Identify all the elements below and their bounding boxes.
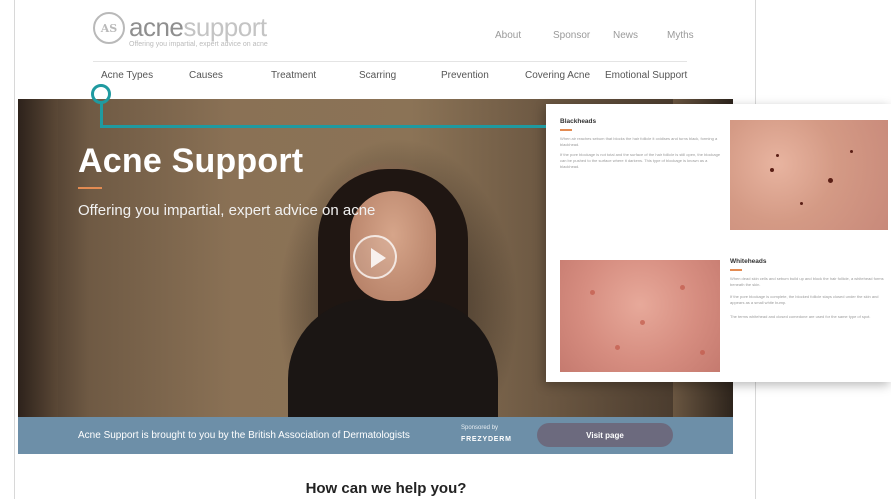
hero-accent-line <box>78 187 102 189</box>
nav-item-treatment[interactable]: Treatment <box>271 70 316 81</box>
top-link-sponsor[interactable]: Sponsor <box>553 30 590 41</box>
whiteheads-paragraph-1: When dead skin cells and sebum build up … <box>730 276 884 287</box>
whiteheads-paragraph-2: If the pore blockage is complete, the bl… <box>730 294 879 305</box>
hero-bg-left <box>18 99 58 417</box>
nav-item-prevention[interactable]: Prevention <box>441 70 489 81</box>
top-link-news[interactable]: News <box>613 30 638 41</box>
whiteheads-accent-line <box>730 269 742 271</box>
play-icon <box>371 248 386 268</box>
logo-text-acne: acne <box>129 12 184 42</box>
header-divider <box>93 61 687 62</box>
nav-item-emotional-support[interactable]: Emotional Support <box>605 70 687 81</box>
blackheads-accent-line <box>560 129 572 131</box>
nav-item-covering-acne[interactable]: Covering Acne <box>525 70 590 81</box>
main-nav: Acne Types Causes Treatment Scarring Pre… <box>101 70 701 86</box>
whiteheads-photo <box>560 260 720 372</box>
play-button[interactable] <box>353 235 397 279</box>
hero-subtitle: Offering you impartial, expert advice on… <box>78 202 376 219</box>
whiteheads-heading: Whiteheads <box>730 258 767 265</box>
hero-title: Acne Support <box>78 142 304 180</box>
top-link-about[interactable]: About <box>495 30 521 41</box>
sponsor-logo[interactable]: FREZYDERM <box>461 436 512 443</box>
acne-types-detail-card: Blackheads When air reaches sebum that b… <box>546 104 891 382</box>
blackheads-paragraph-1: When air reaches sebum that blocks the h… <box>560 136 718 147</box>
logo-text-support: support <box>183 12 267 42</box>
site-logo[interactable]: AS acnesupport Offering you impartial, e… <box>93 12 313 52</box>
connector-dot-icon <box>91 84 111 104</box>
logo-text: acnesupport <box>129 12 267 42</box>
nav-item-causes[interactable]: Causes <box>189 70 223 81</box>
help-heading: How can we help you? <box>305 480 467 497</box>
whiteheads-paragraph-3: The terms whitehead and closed comedone … <box>730 314 871 319</box>
blackheads-paragraph-2: If the pore blockage is not total and th… <box>560 152 721 169</box>
logo-mark-icon: AS <box>93 12 125 44</box>
visit-page-button[interactable]: Visit page <box>537 423 673 447</box>
sponsor-bar: Acne Support is brought to you by the Br… <box>18 417 733 454</box>
connector-line-horizontal <box>100 125 546 128</box>
sponsored-by-label: Sponsored by <box>461 425 499 431</box>
nav-item-scarring[interactable]: Scarring <box>359 70 396 81</box>
presenter-body <box>288 299 498 417</box>
logo-tagline: Offering you impartial, expert advice on… <box>129 41 268 48</box>
sponsor-text: Acne Support is brought to you by the Br… <box>78 430 410 441</box>
nav-item-acne-types[interactable]: Acne Types <box>101 70 153 81</box>
blackheads-heading: Blackheads <box>560 118 597 125</box>
top-link-myths[interactable]: Myths <box>667 30 694 41</box>
blackheads-photo <box>730 120 888 230</box>
